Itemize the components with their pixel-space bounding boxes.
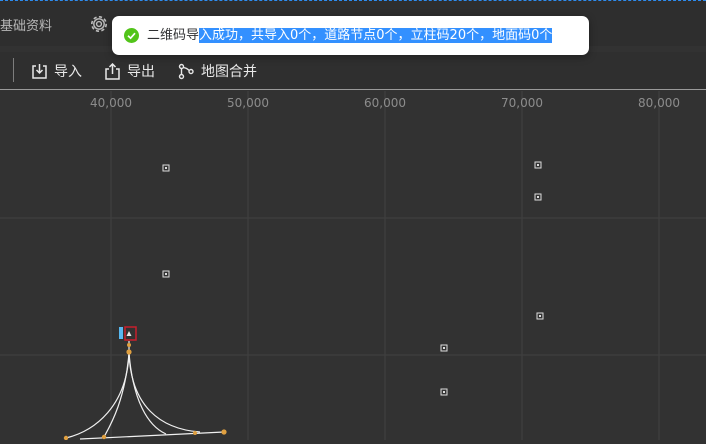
gear-icon[interactable] xyxy=(88,13,110,35)
import-icon xyxy=(32,63,47,79)
road-path[interactable] xyxy=(103,352,130,438)
road-paths xyxy=(65,341,225,440)
road-path[interactable] xyxy=(65,352,130,439)
toolbar: 导入 导出 地图合并 xyxy=(0,52,706,90)
toast-message: 二维码导入成功，共导入0个，道路节点0个，立柱码20个，地面码0个 xyxy=(147,27,553,44)
base-info-tab[interactable]: 基础资料 xyxy=(0,15,52,34)
map-canvas[interactable]: 40,000 50,000 60,000 70,000 80,000 xyxy=(0,91,706,441)
qr-code-marker[interactable] xyxy=(162,164,170,172)
export-label: 导出 xyxy=(127,64,155,80)
toolbar-divider xyxy=(13,58,14,82)
check-circle-icon xyxy=(124,28,139,43)
road-path[interactable] xyxy=(128,352,167,435)
toast-message-selected: 入成功，共导入0个，道路节点0个，立柱码20个，地面码0个 xyxy=(199,28,553,43)
selection-box[interactable] xyxy=(124,326,137,341)
import-button[interactable]: 导入 xyxy=(31,60,82,82)
x-tick-label: 60,000 xyxy=(364,96,406,110)
success-toast: 二维码导入成功，共导入0个，道路节点0个，立柱码20个，地面码0个 xyxy=(112,16,589,55)
direction-arrow-icon xyxy=(126,331,132,336)
grid-lines xyxy=(0,91,706,440)
qr-code-marker[interactable] xyxy=(440,388,448,396)
export-icon xyxy=(105,62,120,80)
x-tick-label: 50,000 xyxy=(227,96,269,110)
road-node[interactable] xyxy=(101,434,107,440)
merge-icon xyxy=(178,63,194,79)
map-merge-label: 地图合并 xyxy=(201,64,257,80)
x-tick-label: 70,000 xyxy=(501,96,543,110)
export-button[interactable]: 导出 xyxy=(104,60,155,82)
qr-code-markers xyxy=(162,161,544,396)
x-tick-label: 80,000 xyxy=(638,96,680,110)
agv-position-marker[interactable] xyxy=(119,327,123,339)
qr-code-marker[interactable] xyxy=(534,193,542,201)
road-node[interactable] xyxy=(63,435,69,441)
road-path[interactable] xyxy=(79,431,225,440)
road-path[interactable] xyxy=(128,352,201,433)
qr-code-marker[interactable] xyxy=(536,312,544,320)
x-axis-ticks: 40,000 50,000 60,000 70,000 80,000 xyxy=(90,96,680,110)
toast-message-plain: 二维码导 xyxy=(147,28,200,43)
import-label: 导入 xyxy=(54,64,82,80)
qr-code-marker[interactable] xyxy=(534,161,542,169)
x-tick-label: 40,000 xyxy=(90,96,132,110)
road-node[interactable] xyxy=(221,429,227,435)
qr-code-marker[interactable] xyxy=(162,270,170,278)
qr-code-marker[interactable] xyxy=(440,344,448,352)
road-nodes xyxy=(63,343,227,441)
map-merge-button[interactable]: 地图合并 xyxy=(178,60,257,82)
road-node[interactable] xyxy=(127,343,131,347)
road-node[interactable] xyxy=(126,349,132,355)
road-node[interactable] xyxy=(193,431,197,435)
